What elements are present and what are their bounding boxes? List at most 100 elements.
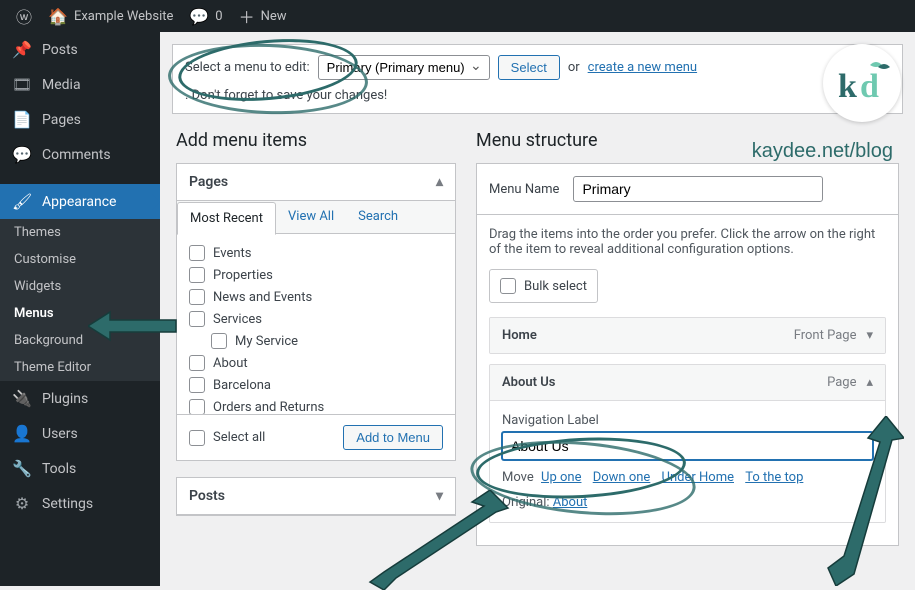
menu-select[interactable]: Primary (Primary menu) (318, 55, 490, 80)
tab-most-recent[interactable]: Most Recent (177, 202, 276, 235)
checkbox[interactable] (211, 333, 227, 349)
admin-bar: ⓦ 🏠Example Website 💬0 ＋ New (0, 0, 915, 32)
sub-menus[interactable]: Menus (0, 300, 160, 327)
checkbox[interactable] (189, 355, 205, 371)
bulk-select[interactable]: Bulk select (489, 269, 598, 303)
checkbox[interactable] (189, 267, 205, 283)
sub-widgets[interactable]: Widgets (0, 273, 160, 300)
page-item[interactable]: Services (189, 308, 443, 330)
page-item-child[interactable]: My Service (189, 330, 443, 352)
sub-themes[interactable]: Themes (0, 219, 160, 246)
credit-text: kaydee.net/blog (752, 140, 893, 163)
site-link[interactable]: 🏠Example Website (40, 7, 181, 26)
admin-sidebar: 📌Posts 🎞Media 📄 Pages 💬Comments 🖌Appearan… (0, 32, 160, 586)
page-label: News and Events (213, 290, 312, 305)
move-down-link[interactable]: Down one (593, 470, 651, 485)
page-label: Events (213, 246, 251, 261)
menu-item-home: Home Front Page▾ (489, 317, 886, 354)
move-label: Move (502, 470, 534, 485)
new-label: New (261, 9, 287, 24)
expand-icon: ▾ (436, 488, 443, 504)
pages-icon: 📄 (12, 110, 32, 129)
menu-name-input[interactable] (573, 176, 823, 202)
sidebar-label: Settings (42, 496, 93, 512)
page-label: About (213, 356, 248, 371)
comment-icon: 💬 (12, 145, 32, 164)
checkbox[interactable] (189, 399, 205, 414)
page-item[interactable]: Properties (189, 264, 443, 286)
sidebar-label: Users (42, 426, 78, 442)
pages-tabs: Most Recent View All Search (177, 201, 455, 234)
checkbox[interactable] (189, 311, 205, 327)
sidebar-item-pages[interactable]: 📄 Pages (0, 102, 160, 137)
add-to-menu-button[interactable]: Add to Menu (343, 425, 443, 450)
svg-text:k: k (838, 68, 857, 105)
checkbox[interactable] (189, 377, 205, 393)
home-icon: 🏠 (48, 7, 68, 26)
move-up-link[interactable]: Up one (541, 470, 581, 485)
sidebar-item-media[interactable]: 🎞Media (0, 67, 160, 102)
move-under-link[interactable]: Under Home (662, 470, 734, 485)
menu-select-bar: Select a menu to edit: Primary (Primary … (172, 44, 903, 114)
page-label: My Service (235, 334, 298, 349)
svg-text:d: d (860, 68, 879, 105)
sidebar-item-appearance[interactable]: 🖌Appearance (0, 184, 160, 219)
menu-item-bar[interactable]: About Us Page▴ (490, 365, 885, 400)
create-menu-link[interactable]: create a new menu (588, 60, 697, 75)
page-item[interactable]: Events (189, 242, 443, 264)
sidebar-item-tools[interactable]: 🔧Tools (0, 451, 160, 486)
menu-instructions: Drag the items into the order you prefer… (477, 215, 898, 269)
chevron-up-icon: ▴ (866, 375, 873, 390)
appearance-submenu: Themes Customise Widgets Menus Backgroun… (0, 219, 160, 381)
move-top-link[interactable]: To the top (745, 470, 803, 485)
plus-icon: ＋ (239, 4, 255, 28)
or-text: or (568, 60, 580, 75)
reminder-text: . Don't forget to save your changes! (185, 88, 387, 103)
checkbox[interactable] (500, 278, 516, 294)
menu-item-bar[interactable]: Home Front Page▾ (490, 318, 885, 353)
select-button[interactable]: Select (498, 55, 560, 80)
tab-view-all[interactable]: View All (276, 201, 346, 233)
user-icon: 👤 (12, 424, 32, 443)
content-area: Select a menu to edit: Primary (Primary … (160, 32, 915, 586)
wp-logo[interactable]: ⓦ (8, 4, 40, 28)
posts-metabox: Posts ▾ (176, 477, 456, 516)
pages-header[interactable]: Pages ▴ (177, 164, 455, 201)
original-link[interactable]: About (553, 495, 588, 510)
posts-header[interactable]: Posts ▾ (177, 478, 455, 515)
sub-background[interactable]: Background (0, 327, 160, 354)
page-item[interactable]: About (189, 352, 443, 374)
checkbox[interactable] (189, 245, 205, 261)
page-label: Barcelona (213, 378, 271, 393)
page-label: Properties (213, 268, 273, 283)
sidebar-item-settings[interactable]: ⚙Settings (0, 486, 160, 521)
checkbox[interactable] (189, 430, 205, 446)
comment-icon: 💬 (189, 7, 209, 26)
add-items-heading: Add menu items (176, 130, 456, 151)
select-all[interactable]: Select all (189, 427, 265, 449)
plugin-icon: 🔌 (12, 389, 32, 408)
new-link[interactable]: ＋ New (231, 4, 295, 28)
page-item[interactable]: News and Events (189, 286, 443, 308)
menu-item-title: About Us (502, 375, 555, 390)
tab-search[interactable]: Search (346, 201, 410, 233)
wrench-icon: 🔧 (12, 459, 32, 478)
page-item[interactable]: Barcelona (189, 374, 443, 396)
menu-name-label: Menu Name (489, 182, 559, 197)
page-item[interactable]: Orders and Returns (189, 396, 443, 414)
sidebar-item-users[interactable]: 👤 Users (0, 416, 160, 451)
pages-checklist[interactable]: Events Properties News and Events Servic… (177, 234, 455, 414)
page-label: Orders and Returns (213, 400, 324, 415)
media-icon: 🎞 (12, 75, 32, 94)
sub-theme-editor[interactable]: Theme Editor (0, 354, 160, 381)
sidebar-item-plugins[interactable]: 🔌Plugins (0, 381, 160, 416)
sub-customise[interactable]: Customise (0, 246, 160, 273)
sidebar-item-comments[interactable]: 💬Comments (0, 137, 160, 172)
comments-link[interactable]: 💬0 (181, 7, 230, 26)
collapse-icon: ▴ (436, 174, 443, 190)
sidebar-label: Pages (42, 112, 81, 128)
brush-icon: 🖌 (12, 192, 32, 211)
nav-label-input[interactable] (502, 432, 873, 460)
checkbox[interactable] (189, 289, 205, 305)
sidebar-item-posts[interactable]: 📌Posts (0, 32, 160, 67)
